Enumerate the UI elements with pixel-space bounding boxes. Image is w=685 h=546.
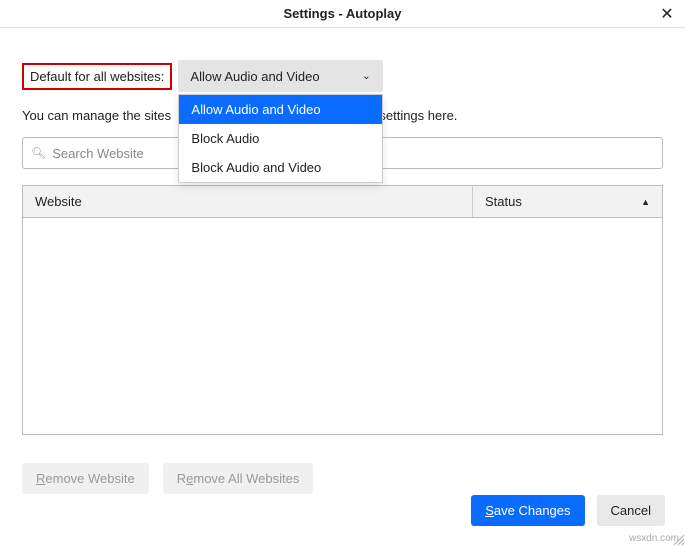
search-icon: 🔍︎ [31, 146, 46, 160]
dropdown-menu: Allow Audio and Video Block Audio Block … [178, 94, 383, 183]
dropdown-option-block-audio[interactable]: Block Audio [179, 124, 382, 153]
table-body [23, 218, 662, 434]
remove-all-websites-button[interactable]: Remove All Websites [163, 463, 314, 494]
remove-website-button[interactable]: Remove Website [22, 463, 149, 494]
close-button[interactable]: ✕ [657, 4, 677, 24]
save-changes-button[interactable]: Save Changes [471, 495, 584, 526]
column-header-status[interactable]: Status ▲ [473, 186, 662, 217]
table-header: Website Status ▲ [23, 186, 662, 218]
cancel-button[interactable]: Cancel [597, 495, 665, 526]
dropdown-option-allow-av[interactable]: Allow Audio and Video [179, 95, 382, 124]
remove-all-suffix: move All Websites [193, 471, 299, 486]
column-header-website[interactable]: Website [23, 186, 473, 217]
close-icon: ✕ [660, 4, 673, 24]
dropdown-selected-value: Allow Audio and Video [190, 69, 319, 84]
default-websites-label: Default for all websites: [22, 63, 172, 90]
dropdown-option-block-av[interactable]: Block Audio and Video [179, 153, 382, 182]
default-autoplay-dropdown[interactable]: Allow Audio and Video ⌄ Allow Audio and … [178, 60, 383, 92]
watermark-text: wsxdn.com [629, 533, 679, 544]
dialog-header: Settings - Autoplay ✕ [0, 0, 685, 28]
chevron-down-icon: ⌄ [361, 71, 371, 81]
sort-ascending-icon: ▲ [641, 197, 650, 207]
dialog-title: Settings - Autoplay [284, 6, 402, 21]
websites-table: Website Status ▲ [22, 185, 663, 435]
